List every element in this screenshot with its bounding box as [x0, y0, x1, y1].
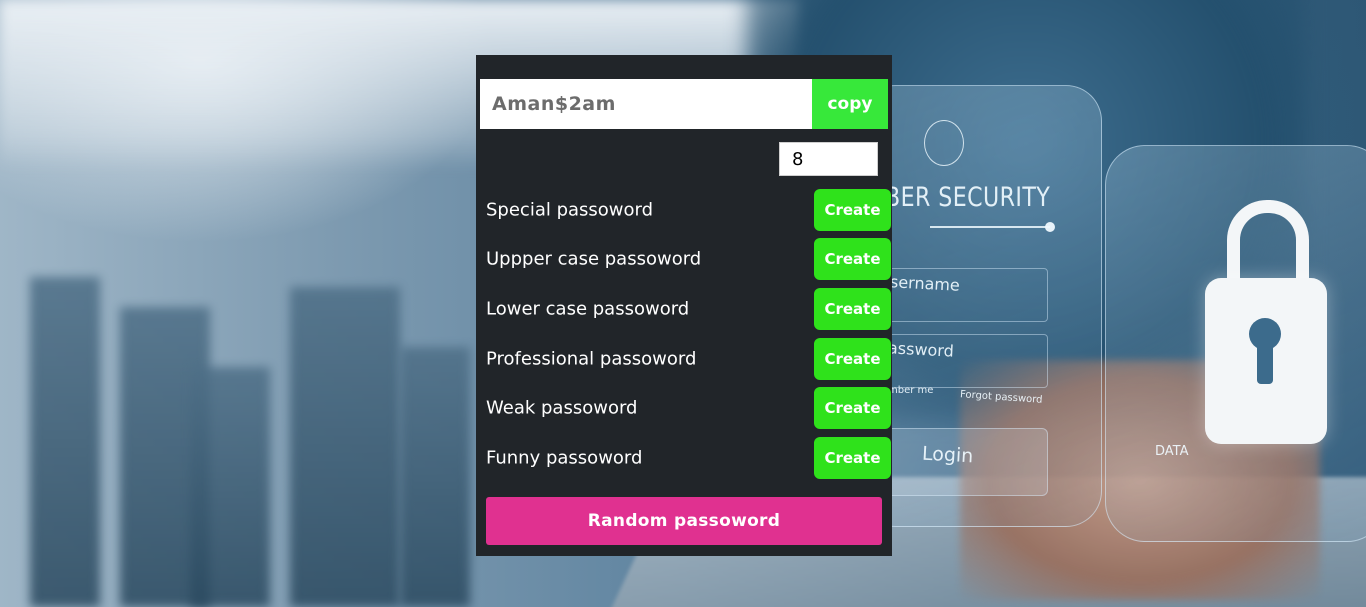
password-generator-panel: copy Special passoword Create Uppper cas…	[476, 55, 892, 556]
option-label: Weak passoword	[486, 397, 638, 419]
hologram-login-label: Login	[921, 442, 974, 468]
hologram-divider	[930, 226, 1050, 228]
create-funny-button[interactable]: Create	[814, 437, 891, 479]
city-building	[290, 287, 400, 607]
padlock-body	[1205, 278, 1327, 444]
keyhole-stem	[1257, 340, 1273, 384]
hologram-data-label: DATA	[1155, 444, 1189, 459]
option-label: Lower case passoword	[486, 298, 690, 320]
password-length-input[interactable]	[779, 142, 878, 176]
create-professional-button[interactable]: Create	[814, 338, 891, 380]
option-label: Uppper case passoword	[486, 248, 702, 270]
password-output-field[interactable]	[480, 79, 812, 129]
create-uppercase-button[interactable]: Create	[814, 238, 891, 280]
hologram-remember-label: mber me	[888, 385, 934, 396]
hologram-title: BER SECURITY	[885, 182, 1051, 213]
city-building	[400, 347, 470, 607]
password-output-row: copy	[480, 79, 888, 129]
city-building	[30, 277, 100, 607]
create-special-button[interactable]: Create	[814, 189, 891, 231]
option-row-special: Special passoword Create	[486, 189, 892, 231]
option-row-funny: Funny passoword Create	[486, 437, 892, 479]
option-label: Professional passoword	[486, 348, 697, 370]
random-password-button[interactable]: Random passoword	[486, 497, 882, 545]
option-row-professional: Professional passoword Create	[486, 338, 892, 380]
hologram-username-label: sername	[889, 272, 961, 295]
hologram-dot	[1045, 222, 1055, 232]
option-row-lowercase: Lower case passoword Create	[486, 288, 892, 330]
copy-button[interactable]: copy	[812, 79, 888, 129]
option-label: Special passoword	[486, 199, 654, 221]
city-building	[190, 367, 270, 607]
hologram-logo-icon	[924, 120, 964, 166]
create-weak-button[interactable]: Create	[814, 387, 891, 429]
option-row-weak: Weak passoword Create	[486, 387, 892, 429]
hologram-password-label: assword	[887, 338, 955, 361]
option-row-uppercase: Uppper case passoword Create	[486, 238, 892, 280]
create-lowercase-button[interactable]: Create	[814, 288, 891, 330]
option-label: Funny passoword	[486, 447, 643, 469]
